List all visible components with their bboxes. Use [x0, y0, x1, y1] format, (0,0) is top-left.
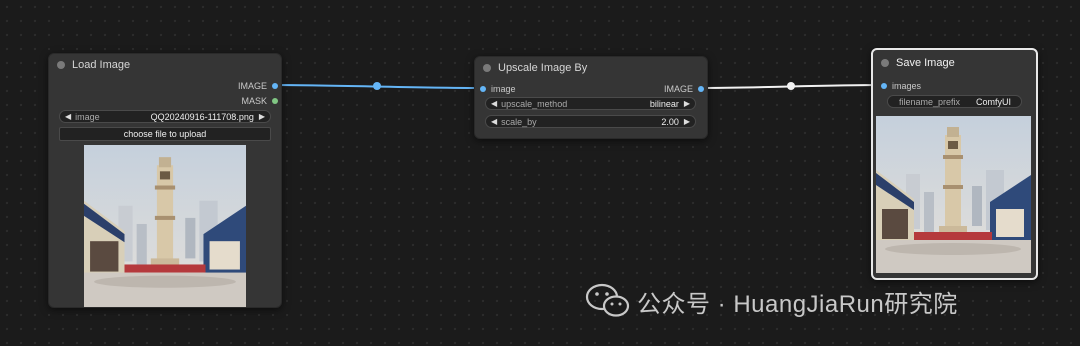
output-dot-icon[interactable]	[272, 83, 278, 89]
link-midpoint-1	[373, 82, 381, 90]
node-title-bar[interactable]: Save Image	[873, 52, 1036, 74]
output-slot-image[interactable]: IMAGE	[238, 81, 278, 91]
left-arrow-icon[interactable]: ◀	[491, 117, 497, 126]
watermark: 公众号 · HuangJiaRun研究院	[585, 282, 958, 320]
widget-value: bilinear	[649, 98, 679, 109]
node-title-bar[interactable]: Load Image	[49, 54, 281, 76]
widget-value: 2.00	[661, 116, 679, 127]
node-title: Upscale Image By	[498, 62, 588, 74]
input-slot-image[interactable]: image	[480, 84, 516, 94]
plaza-tower-photo	[876, 116, 1031, 273]
left-arrow-icon[interactable]: ◀	[491, 99, 497, 108]
wechat-icon	[585, 283, 630, 317]
output-slot-mask[interactable]: MASK	[241, 96, 278, 106]
link-midpoint-2	[787, 82, 795, 90]
output-dot-icon[interactable]	[272, 98, 278, 104]
node-title-bar[interactable]: Upscale Image By	[475, 57, 707, 79]
image-link-white	[699, 84, 884, 89]
plaza-tower-photo	[84, 145, 246, 307]
right-arrow-icon[interactable]: ▶	[684, 99, 690, 108]
upscale-image-by-node[interactable]: Upscale Image By image IMAGE ◀ upscale_m…	[474, 56, 708, 139]
collapse-dot-icon[interactable]	[483, 64, 491, 72]
collapse-dot-icon[interactable]	[57, 61, 65, 69]
node-graph-canvas[interactable]: Load Image IMAGE MASK ◀ image QQ20240916…	[0, 0, 1080, 346]
left-arrow-icon[interactable]: ◀	[65, 112, 71, 121]
widget-label: upscale_method	[501, 98, 568, 109]
collapse-dot-icon[interactable]	[881, 59, 889, 67]
choose-file-button[interactable]: choose file to upload	[59, 127, 271, 141]
output-label: IMAGE	[237, 81, 267, 91]
image-preview	[84, 145, 246, 307]
widget-label: image	[75, 111, 100, 122]
right-arrow-icon[interactable]: ▶	[684, 117, 690, 126]
input-dot-icon[interactable]	[881, 83, 887, 89]
save-image-node[interactable]: Save Image images filename_prefix ComfyU…	[871, 48, 1038, 280]
output-slot-image[interactable]: IMAGE	[664, 84, 704, 94]
upscale-method-widget[interactable]: ◀ upscale_method bilinear ▶	[485, 97, 696, 110]
output-dot-icon[interactable]	[698, 86, 704, 92]
widget-label: filename_prefix	[899, 96, 961, 107]
node-title: Save Image	[896, 57, 955, 69]
right-arrow-icon[interactable]: ▶	[259, 112, 265, 121]
image-link-blue	[273, 84, 482, 89]
input-dot-icon[interactable]	[480, 86, 486, 92]
input-slot-images[interactable]: images	[881, 81, 921, 91]
watermark-text: 公众号 · HuangJiaRun研究院	[637, 290, 958, 318]
load-image-node[interactable]: Load Image IMAGE MASK ◀ image QQ20240916…	[48, 53, 282, 308]
output-label: MASK	[241, 96, 267, 106]
widget-value: QQ20240916-111708.png	[150, 111, 254, 122]
output-image-preview	[876, 116, 1031, 273]
filename-prefix-widget[interactable]: filename_prefix ComfyUI	[887, 95, 1022, 108]
widget-label: scale_by	[501, 116, 537, 127]
input-label: images	[892, 81, 922, 91]
node-title: Load Image	[72, 59, 131, 71]
output-label: IMAGE	[663, 84, 693, 94]
input-label: image	[491, 84, 516, 94]
scale-by-widget[interactable]: ◀ scale_by 2.00 ▶	[485, 115, 696, 128]
image-select-widget[interactable]: ◀ image QQ20240916-111708.png ▶	[59, 110, 271, 123]
widget-value: ComfyUI	[975, 96, 1011, 107]
